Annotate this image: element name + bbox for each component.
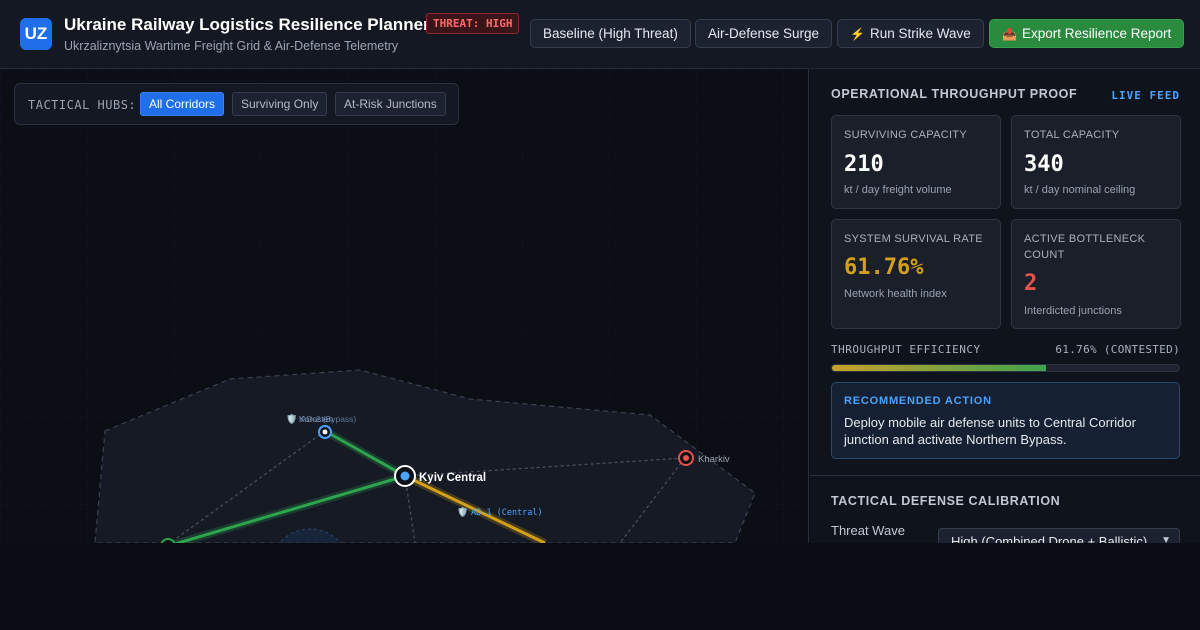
hub-kharkiv[interactable] xyxy=(678,450,694,466)
calibration-section-title: TACTICAL DEFENSE CALIBRATION xyxy=(831,494,1061,508)
app-window: UZ Ukraine Railway Logistics Resilience … xyxy=(0,0,1200,543)
filter-at-risk-junctions[interactable]: At-Risk Junctions xyxy=(335,92,446,116)
hub-kyiv-central[interactable] xyxy=(394,465,416,487)
threat-wave-selected-value: High (Combined Drone + Ballistic) xyxy=(951,534,1148,543)
survival-rate-card: SYSTEM SURVIVAL RATE 61.76% Network heal… xyxy=(831,219,1001,329)
recommended-action-box: RECOMMENDED ACTION Deploy mobile air def… xyxy=(831,382,1180,459)
map-canvas: Kyiv Central Kharkiv 🛡️ Korosten AD-2 (B… xyxy=(0,69,808,543)
app-logo: UZ xyxy=(20,18,52,50)
card-description: Network health index xyxy=(844,288,947,300)
bottleneck-count-value: 2 xyxy=(1024,271,1038,296)
card-description: kt / day freight volume xyxy=(844,184,952,196)
rail-network-map[interactable]: Kyiv Central Kharkiv 🛡️ Korosten AD-2 (B… xyxy=(0,69,809,543)
shield-icon: 🛡️ xyxy=(286,413,297,424)
label-air-defense-bypass: AD-2 (Bypass) xyxy=(301,414,356,424)
card-label: TOTAL CAPACITY xyxy=(1024,129,1120,141)
card-description: Interdicted junctions xyxy=(1024,305,1122,317)
label-kharkiv: Kharkiv xyxy=(698,454,730,465)
survival-rate-value: 61.76% xyxy=(844,255,924,280)
surviving-capacity-card: SURVIVING CAPACITY 210 kt / day freight … xyxy=(831,115,1001,209)
filter-all-corridors[interactable]: All Corridors xyxy=(140,92,225,116)
app-subtitle: Ukrzaliznytsia Wartime Freight Grid & Ai… xyxy=(64,39,399,53)
throughput-efficiency-label: THROUGHPUT EFFICIENCY xyxy=(831,343,981,356)
export-report-label: Export Resilience Report xyxy=(1021,26,1172,41)
card-label: SYSTEM SURVIVAL RATE xyxy=(844,233,983,245)
card-label: SURVIVING CAPACITY xyxy=(844,129,967,141)
throughput-efficiency-value: 61.76% (CONTESTED) xyxy=(1055,343,1180,356)
surviving-capacity-value: 210 xyxy=(844,152,884,177)
label-air-defense-central: AD-1 (Central) xyxy=(471,508,543,518)
section-divider xyxy=(810,475,1200,476)
threat-level-badge: THREAT: HIGH xyxy=(426,13,520,34)
recommended-action-title: RECOMMENDED ACTION xyxy=(844,395,992,407)
bottleneck-count-card: ACTIVE BOTTLENECK COUNT 2 Interdicted ju… xyxy=(1011,219,1181,329)
operations-panel: OPERATIONAL THROUGHPUT PROOF LIVE FEED S… xyxy=(810,69,1200,543)
threat-wave-select[interactable]: High (Combined Drone + Ballistic) ▼ xyxy=(938,528,1180,543)
baseline-scenario-button[interactable]: Baseline (High Threat) xyxy=(530,19,691,48)
export-report-button[interactable]: 📤 Export Resilience Report xyxy=(989,19,1185,48)
throughput-section-title: OPERATIONAL THROUGHPUT PROOF xyxy=(831,87,1078,101)
card-label: ACTIVE BOTTLENECK COUNT xyxy=(1024,233,1146,261)
tactical-hubs-label: TACTICAL HUBS: xyxy=(28,98,137,112)
live-feed-indicator: LIVE FEED xyxy=(1111,89,1180,102)
threat-wave-label: Threat Wave xyxy=(831,523,905,538)
app-title: Ukraine Railway Logistics Resilience Pla… xyxy=(64,15,430,34)
chevron-down-icon: ▼ xyxy=(1161,535,1171,543)
label-kyiv-central: Kyiv Central xyxy=(419,472,486,484)
baseline-scenario-label: Baseline (High Threat) xyxy=(543,26,678,41)
total-capacity-value: 340 xyxy=(1024,152,1064,177)
shield-icon: 🛡️ xyxy=(457,506,468,517)
recommended-action-text: Deploy mobile air defense units to Centr… xyxy=(844,415,1136,447)
tactical-hubs-toolbar: TACTICAL HUBS: All Corridors Surviving O… xyxy=(14,83,459,125)
air-defense-surge-button[interactable]: Air-Defense Surge xyxy=(695,19,833,48)
header-bar: UZ Ukraine Railway Logistics Resilience … xyxy=(0,0,1200,69)
run-strike-wave-button[interactable]: ⚡ Run Strike Wave xyxy=(837,19,984,48)
throughput-efficiency-fill xyxy=(832,365,1047,371)
air-defense-surge-label: Air-Defense Surge xyxy=(708,26,820,41)
card-description: kt / day nominal ceiling xyxy=(1024,184,1136,196)
throughput-efficiency-bar xyxy=(831,364,1180,372)
lightning-icon: ⚡ xyxy=(850,26,865,41)
filter-surviving-only[interactable]: Surviving Only xyxy=(232,92,328,116)
total-capacity-card: TOTAL CAPACITY 340 kt / day nominal ceil… xyxy=(1011,115,1181,209)
run-strike-wave-label: Run Strike Wave xyxy=(869,26,971,41)
hub-northern-bypass[interactable] xyxy=(318,425,332,439)
export-tray-icon: 📤 xyxy=(1002,26,1017,41)
